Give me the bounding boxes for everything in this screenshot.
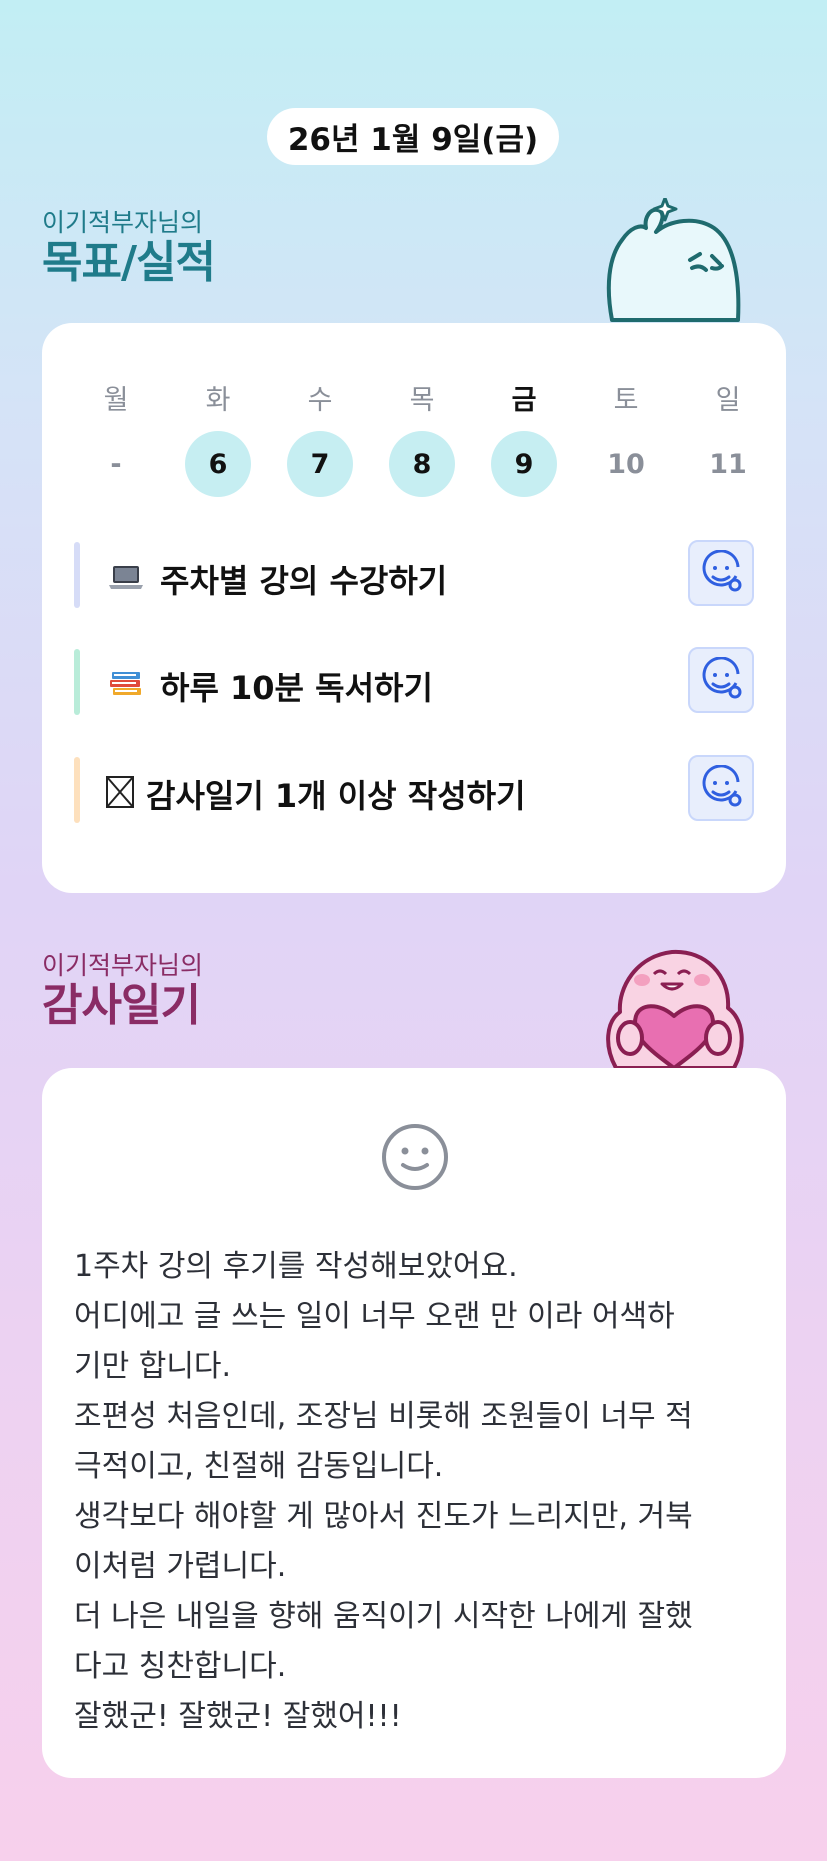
ghost-mascot-icon — [606, 198, 741, 322]
goal-item[interactable]: 하루 10분 독서하기 — [74, 647, 754, 715]
goal-color-bar — [74, 542, 80, 608]
day-number-mon[interactable]: - — [83, 431, 149, 497]
diary-line: 극적이고, 친절해 감동입니다. — [74, 1449, 444, 1484]
diary-line: 잘했군! 잘했군! 잘했어!!! — [74, 1699, 402, 1734]
neutral-smile-icon[interactable] — [381, 1123, 449, 1191]
diary-line: 1주차 강의 후기를 작성해보았어요. — [74, 1249, 518, 1284]
day-name-mon: 월 — [103, 385, 129, 416]
diary-section-subtitle: 이기적부자님의 — [42, 951, 204, 980]
goal-color-bar — [74, 757, 80, 823]
goal-item[interactable]: 주차별 강의 수강하기 — [74, 540, 754, 608]
diary-line: 기만 합니다. — [74, 1349, 232, 1384]
day-number-fri[interactable]: 9 — [491, 431, 557, 497]
day-number-wed[interactable]: 7 — [287, 431, 353, 497]
diary-line: 이처럼 가렵니다. — [74, 1549, 287, 1584]
diary-card: 1주차 강의 후기를 작성해보았어요. 어디에고 글 쓰는 일이 너무 오랜 만… — [42, 1068, 786, 1778]
books-icon — [110, 672, 141, 695]
goals-section-header: 이기적부자님의 목표/실적 — [42, 208, 216, 288]
goal-status-button[interactable] — [688, 755, 754, 821]
diary-line: 조편성 처음인데, 조장님 비롯해 조원들이 너무 적 — [74, 1399, 693, 1434]
goal-status-button[interactable] — [688, 647, 754, 713]
goal-status-button[interactable] — [688, 540, 754, 606]
diary-text: 1주차 강의 후기를 작성해보았어요. 어디에고 글 쓰는 일이 너무 오랜 만… — [74, 1242, 764, 1742]
day-name-thu: 목 — [409, 385, 435, 416]
smile-status-icon — [702, 657, 742, 699]
day-name-wed: 수 — [307, 385, 333, 416]
date-pill[interactable]: 26년 1월 9일(금) — [267, 108, 559, 165]
diary-section-title: 감사일기 — [42, 980, 201, 1031]
pink-heart-mascot-icon — [606, 949, 744, 1068]
diary-line: 다고 칭찬합니다. — [74, 1649, 287, 1684]
day-number-sat[interactable]: 10 — [593, 431, 659, 497]
day-name-tue: 화 — [205, 385, 231, 416]
diary-section-header: 이기적부자님의 감사일기 — [42, 951, 203, 1031]
goal-color-bar — [74, 649, 80, 715]
diary-line: 어디에고 글 쓰는 일이 너무 오랜 만 이라 어색하 — [74, 1299, 675, 1334]
day-number-sun[interactable]: 11 — [695, 431, 761, 497]
goals-card: 월 화 수 목 금 토 일 - 6 7 8 9 10 11 주차별 강의 수강하… — [42, 323, 786, 893]
day-number-thu[interactable]: 8 — [389, 431, 455, 497]
goal-text: 감사일기 1개 이상 작성하기 — [146, 777, 526, 815]
laptop-icon — [109, 566, 143, 589]
goals-section-subtitle: 이기적부자님의 — [42, 208, 204, 237]
goal-text: 주차별 강의 수강하기 — [160, 562, 448, 600]
day-name-sun: 일 — [715, 385, 741, 416]
goal-item[interactable]: 감사일기 1개 이상 작성하기 — [74, 755, 754, 823]
smile-status-icon — [702, 550, 742, 592]
goal-text: 하루 10분 독서하기 — [160, 669, 433, 707]
smile-status-icon — [702, 765, 742, 807]
day-name-fri: 금 — [511, 385, 537, 416]
diary-line: 생각보다 해야할 게 많아서 진도가 느리지만, 거북 — [74, 1499, 693, 1534]
day-number-tue[interactable]: 6 — [185, 431, 251, 497]
diary-line: 더 나은 내일을 향해 움직이기 시작한 나에게 잘했 — [74, 1599, 693, 1634]
day-name-sat: 토 — [613, 385, 639, 416]
goals-section-title: 목표/실적 — [42, 237, 216, 288]
checkbox-icon — [106, 776, 134, 808]
